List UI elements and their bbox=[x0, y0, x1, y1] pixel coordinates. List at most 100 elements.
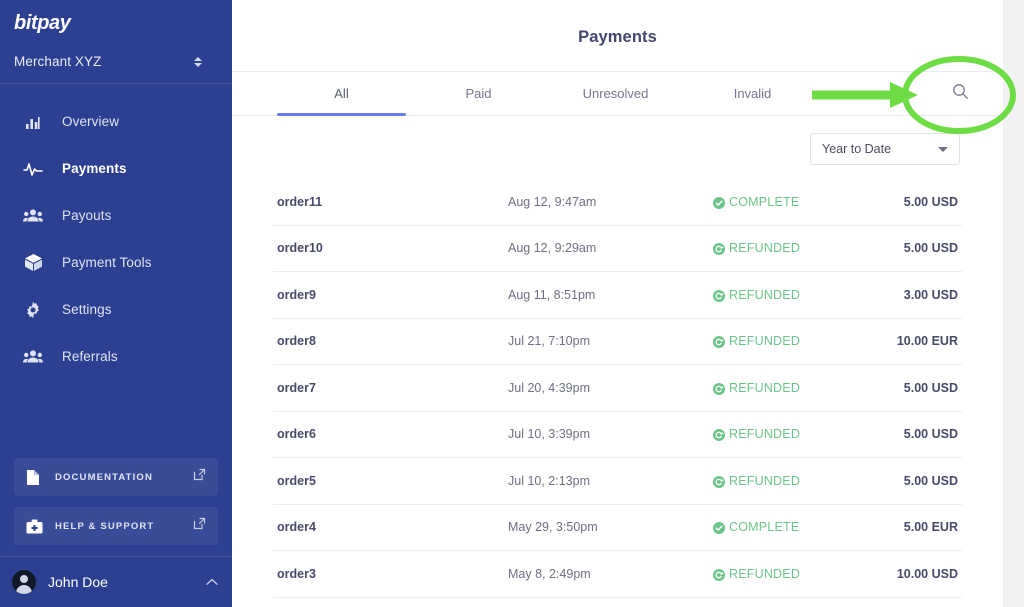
people-icon bbox=[22, 346, 44, 368]
date-range-select[interactable]: Year to Date bbox=[810, 133, 960, 165]
tab-all[interactable]: All bbox=[273, 72, 410, 116]
help-support-button[interactable]: HELP & SUPPORT bbox=[14, 507, 218, 545]
external-link-icon bbox=[193, 517, 206, 535]
sidebar-item-referrals[interactable]: Referrals bbox=[0, 333, 232, 380]
cell-order-id: order4 bbox=[277, 520, 316, 535]
documentation-button[interactable]: DOCUMENTATION bbox=[14, 458, 218, 496]
cell-order-id: order7 bbox=[277, 380, 316, 395]
refund-circle-icon bbox=[713, 568, 725, 581]
cell-status: REFUNDED bbox=[713, 381, 812, 395]
merchant-name: Merchant XYZ bbox=[14, 54, 102, 69]
cell-order-id: order10 bbox=[277, 241, 323, 256]
cell-status: COMPLETE bbox=[713, 195, 812, 209]
help-support-label: HELP & SUPPORT bbox=[55, 520, 155, 532]
status-badge: COMPLETE bbox=[729, 520, 800, 535]
tab-label: Paid bbox=[465, 86, 492, 101]
refund-circle-icon bbox=[713, 475, 725, 488]
refund-circle-icon bbox=[713, 289, 725, 302]
cell-amount: 5.00 USD bbox=[903, 380, 958, 395]
filter-row: Year to Date bbox=[232, 116, 1003, 165]
avatar bbox=[12, 570, 36, 594]
cell-date: Jul 10, 3:39pm bbox=[508, 427, 590, 442]
status-badge: REFUNDED bbox=[729, 287, 801, 302]
check-circle-icon bbox=[713, 196, 725, 209]
cell-order-id: order5 bbox=[277, 473, 316, 488]
tab-label: Unresolved bbox=[582, 86, 649, 101]
tab-unresolved[interactable]: Unresolved bbox=[547, 72, 684, 115]
status-badge: REFUNDED bbox=[729, 427, 801, 442]
sidebar-brand-block: bitpay Merchant XYZ bbox=[0, 0, 232, 69]
status-badge: REFUNDED bbox=[729, 380, 801, 395]
sidebar-item-label: Settings bbox=[62, 302, 112, 317]
tab-label: Invalid bbox=[733, 86, 772, 101]
cell-date: Aug 12, 9:47am bbox=[508, 194, 597, 209]
main-area: Payments All Paid Unresolved Invalid Yea… bbox=[232, 0, 1024, 607]
sidebar-divider bbox=[0, 83, 232, 84]
refund-circle-icon bbox=[713, 242, 725, 256]
cell-status: REFUNDED bbox=[713, 288, 812, 302]
cell-status: COMPLETE bbox=[713, 520, 812, 535]
check-circle-icon bbox=[713, 521, 725, 535]
cell-status: REFUNDED bbox=[713, 241, 812, 256]
table-row[interactable]: order9 Aug 11, 8:51pm REFUNDED 3.00 USD bbox=[273, 272, 962, 319]
tab-bar: All Paid Unresolved Invalid bbox=[232, 71, 1003, 116]
table-row[interactable]: order3 May 8, 2:49pm REFUNDED 10.00 USD bbox=[273, 551, 962, 598]
people-icon bbox=[22, 205, 44, 227]
bitpay-logo: bitpay bbox=[14, 12, 71, 34]
documentation-label: DOCUMENTATION bbox=[55, 471, 153, 483]
cell-order-id: order8 bbox=[277, 334, 316, 349]
cell-amount: 10.00 USD bbox=[896, 566, 958, 581]
merchant-selector[interactable]: Merchant XYZ bbox=[14, 42, 218, 69]
cell-date: May 29, 3:50pm bbox=[508, 520, 598, 535]
table-row[interactable]: order10 Aug 12, 9:29am REFUNDED 5.00 USD bbox=[273, 226, 962, 272]
sidebar-item-settings[interactable]: Settings bbox=[0, 286, 232, 333]
medical-kit-icon bbox=[26, 519, 44, 534]
tab-paid[interactable]: Paid bbox=[410, 72, 547, 115]
cell-amount: 5.00 USD bbox=[903, 473, 958, 488]
tab-invalid[interactable]: Invalid bbox=[684, 72, 821, 115]
cell-order-id: order9 bbox=[277, 287, 316, 302]
cell-amount: 10.00 EUR bbox=[896, 334, 958, 349]
table-row[interactable]: order5 Jul 10, 2:13pm REFUNDED 5.00 USD bbox=[273, 458, 962, 505]
user-menu[interactable]: John Doe bbox=[0, 557, 232, 607]
search-icon bbox=[952, 83, 969, 105]
cell-order-id: order11 bbox=[277, 194, 323, 209]
sidebar-item-label: Payment Tools bbox=[62, 255, 152, 270]
cell-status: REFUNDED bbox=[713, 334, 812, 349]
status-badge: REFUNDED bbox=[729, 473, 801, 488]
external-link-icon bbox=[193, 468, 206, 486]
table-row[interactable]: order7 Jul 20, 4:39pm REFUNDED 5.00 USD bbox=[273, 365, 962, 412]
table-row[interactable]: order8 Jul 21, 7:10pm REFUNDED 10.00 EUR bbox=[273, 319, 962, 365]
cell-date: May 8, 2:49pm bbox=[508, 566, 591, 581]
document-icon bbox=[26, 469, 44, 486]
cube-icon bbox=[22, 252, 44, 274]
gear-icon bbox=[22, 299, 44, 321]
refund-circle-icon bbox=[713, 382, 725, 395]
sidebar-item-payouts[interactable]: Payouts bbox=[0, 192, 232, 239]
search-button[interactable] bbox=[917, 72, 1003, 115]
status-badge: COMPLETE bbox=[729, 194, 800, 209]
status-badge: REFUNDED bbox=[729, 241, 801, 256]
table-row[interactable]: order11 Aug 12, 9:47am COMPLETE 5.00 USD bbox=[273, 179, 962, 226]
cell-order-id: order6 bbox=[277, 427, 316, 442]
sidebar-item-payment-tools[interactable]: Payment Tools bbox=[0, 239, 232, 286]
sidebar-item-payments[interactable]: Payments bbox=[0, 145, 232, 192]
sidebar-item-label: Overview bbox=[62, 114, 120, 129]
sidebar-item-overview[interactable]: Overview bbox=[0, 98, 232, 145]
app-root: bitpay Merchant XYZ Overview Payments Pa… bbox=[0, 0, 1024, 607]
status-badge: REFUNDED bbox=[729, 334, 801, 349]
chevron-down-icon bbox=[938, 146, 948, 152]
tab-label: All bbox=[334, 86, 349, 101]
tab-spacer bbox=[821, 72, 917, 115]
chevron-updown-icon bbox=[192, 56, 204, 67]
payments-table: order11 Aug 12, 9:47am COMPLETE 5.00 USD ord… bbox=[232, 179, 1003, 598]
cell-order-id: order3 bbox=[277, 566, 316, 581]
cell-status: REFUNDED bbox=[713, 474, 812, 488]
table-row[interactable]: order6 Jul 10, 3:39pm REFUNDED 5.00 USD bbox=[273, 412, 962, 458]
activity-pulse-icon bbox=[22, 158, 44, 180]
cell-amount: 5.00 USD bbox=[903, 194, 958, 209]
table-row[interactable]: order4 May 29, 3:50pm COMPLETE 5.00 EUR bbox=[273, 505, 962, 551]
cell-date: Aug 12, 9:29am bbox=[508, 241, 597, 256]
page-title: Payments bbox=[578, 28, 657, 46]
cell-amount: 3.00 USD bbox=[903, 287, 958, 302]
